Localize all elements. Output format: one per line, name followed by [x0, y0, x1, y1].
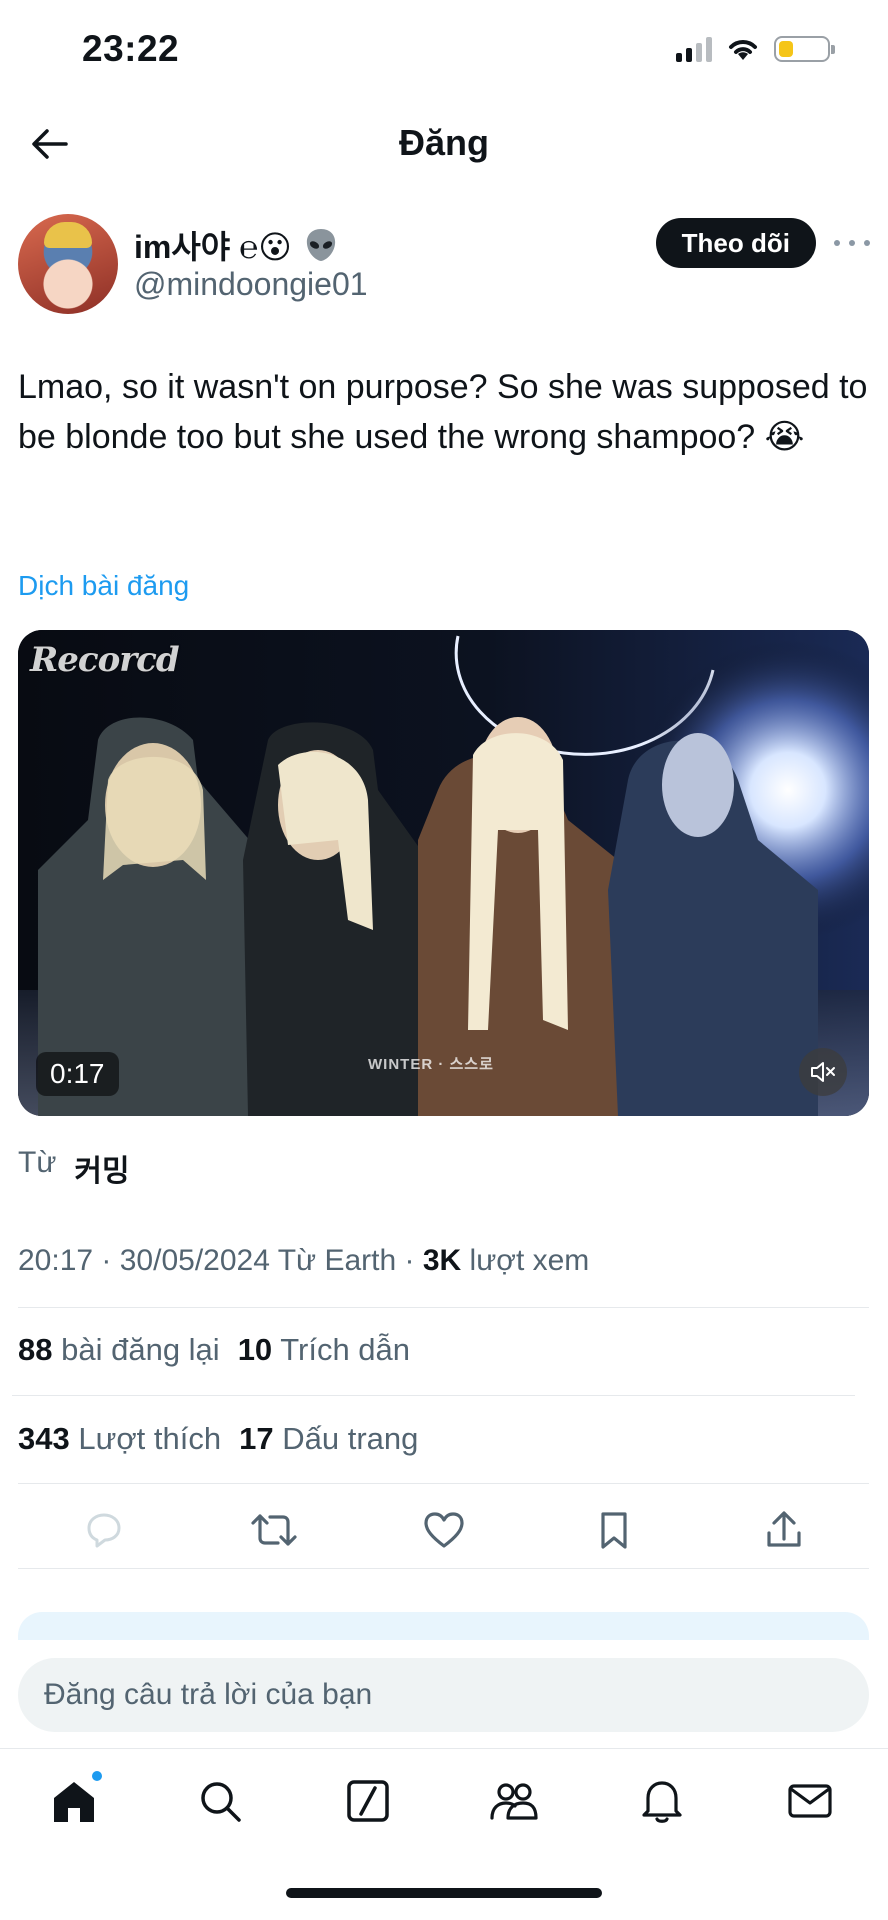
- likes-stat[interactable]: 343 Lượt thích: [18, 1421, 221, 1457]
- video-logo: Recorcd: [30, 640, 180, 680]
- wifi-icon: [729, 40, 757, 60]
- divider: [18, 1568, 869, 1569]
- battery-fill: [779, 41, 793, 57]
- back-button[interactable]: [26, 122, 74, 166]
- header: Đăng: [0, 100, 888, 186]
- arrow-left-icon: [32, 129, 68, 159]
- status-icons: [676, 36, 835, 62]
- alien-icon: [302, 226, 340, 264]
- reply-button[interactable]: [76, 1502, 132, 1558]
- reply-input[interactable]: [18, 1658, 869, 1732]
- follow-button[interactable]: Theo dõi: [655, 218, 816, 268]
- quotes-stat[interactable]: 10 Trích dẫn: [238, 1332, 410, 1368]
- translate-post-link[interactable]: Dịch bài đăng: [18, 570, 189, 602]
- reply-bar: [0, 1640, 888, 1748]
- avatar[interactable]: [18, 214, 118, 314]
- repost-button[interactable]: [246, 1502, 302, 1558]
- mail-icon: [788, 1784, 832, 1818]
- views-label: lượt xem: [469, 1244, 590, 1277]
- author-display-name: im사야 ℮😮: [134, 229, 292, 265]
- reply-icon: [87, 1513, 121, 1548]
- more-horizontal-icon[interactable]: [834, 230, 870, 256]
- video-frame: [18, 630, 869, 1116]
- action-bar: [0, 1502, 888, 1558]
- divider: [18, 1483, 869, 1484]
- search-icon: [201, 1782, 241, 1822]
- retweet-icon: [251, 1514, 297, 1546]
- signal-icon: [676, 36, 712, 62]
- grok-icon: [347, 1780, 389, 1822]
- tab-communities[interactable]: [484, 1771, 544, 1831]
- author-name-row[interactable]: im사야 ℮😮: [134, 222, 340, 268]
- tab-grok[interactable]: [338, 1771, 398, 1831]
- share-icon: [767, 1511, 801, 1547]
- tweet-text: Lmao, so it wasn't on purpose? So she wa…: [18, 368, 868, 456]
- source-label: Từ: [18, 1146, 57, 1179]
- bookmark-button[interactable]: [586, 1502, 642, 1558]
- author-row: im사야 ℮😮 @mindoongie01 Theo dõi: [18, 214, 870, 314]
- reposts-stat[interactable]: 88 bài đăng lại: [18, 1332, 220, 1368]
- speaker-muted-icon: [811, 1062, 835, 1082]
- post-time[interactable]: 20:17: [18, 1244, 93, 1277]
- bookmark-icon: [601, 1512, 627, 1549]
- post-date[interactable]: 30/05/2024: [120, 1244, 270, 1277]
- video-player[interactable]: Recorcd WINTER · 스스로 0:17: [18, 630, 869, 1116]
- communities-icon: [490, 1783, 538, 1820]
- heart-icon: [424, 1512, 464, 1548]
- mute-button[interactable]: [799, 1048, 847, 1096]
- tweet-meta: 20:17 · 30/05/2024 Từ Earth · 3K lượt xe…: [18, 1244, 590, 1277]
- tab-search[interactable]: [190, 1771, 250, 1831]
- notification-dot: [90, 1769, 104, 1783]
- video-watermark: WINTER · 스스로: [368, 1056, 494, 1073]
- source-name[interactable]: 커밍: [74, 1146, 129, 1190]
- video-duration: 0:17: [36, 1052, 119, 1096]
- stats-row-reposts: 88 bài đăng lại 10 Trích dẫn: [18, 1332, 410, 1368]
- avatar-hat: [44, 222, 92, 248]
- share-button[interactable]: [756, 1502, 812, 1558]
- tab-home[interactable]: [44, 1769, 104, 1831]
- tab-messages[interactable]: [780, 1771, 840, 1831]
- views-count: 3K: [422, 1244, 462, 1277]
- author-handle[interactable]: @mindoongie01: [134, 266, 368, 303]
- divider: [12, 1395, 855, 1396]
- status-time: 23:22: [82, 28, 180, 69]
- home-indicator[interactable]: [286, 1888, 602, 1898]
- bell-icon: [642, 1781, 682, 1823]
- home-icon: [54, 1782, 94, 1822]
- like-button[interactable]: [416, 1502, 472, 1558]
- tab-notifications[interactable]: [632, 1771, 692, 1831]
- page-title: Đăng: [399, 122, 489, 163]
- tab-bar: [0, 1748, 888, 1858]
- status-bar: 23:22: [0, 0, 888, 100]
- divider: [18, 1307, 869, 1308]
- post-location: Từ Earth: [277, 1244, 397, 1277]
- battery-icon: [774, 36, 835, 62]
- bookmarks-stat[interactable]: 17 Dấu trang: [239, 1421, 418, 1457]
- source-row: Từ 커밍: [18, 1146, 130, 1190]
- stats-row-likes: 343 Lượt thích 17 Dấu trang: [18, 1421, 418, 1457]
